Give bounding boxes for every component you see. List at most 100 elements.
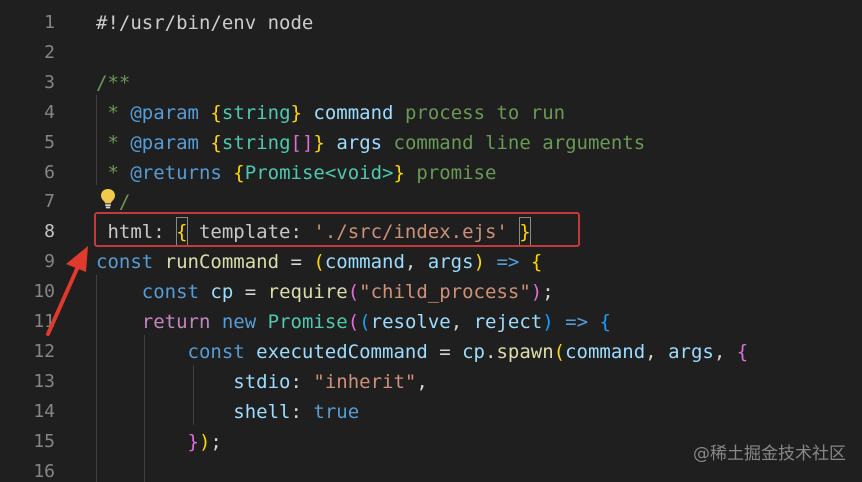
line-number: 2 <box>44 41 55 63</box>
code-token: string <box>221 101 291 124</box>
code-token: cp <box>210 281 234 304</box>
code-text: stdio: "inherit", <box>96 367 428 397</box>
code-token: = <box>233 281 268 304</box>
code-token: { <box>210 131 222 154</box>
line-number: 16 <box>33 460 55 482</box>
code-text: * @returns {Promise<void>} promise <box>96 158 496 188</box>
code-token: args <box>668 340 714 363</box>
code-token: { <box>599 311 611 333</box>
code-text: /** <box>96 68 130 98</box>
code-token: ) <box>198 430 211 453</box>
code-token: , <box>645 340 669 363</box>
code-token: true <box>313 400 360 423</box>
code-token: , <box>713 340 737 363</box>
code-token: reject <box>473 311 543 333</box>
code-token: command <box>324 251 405 274</box>
code-token: { <box>233 161 245 184</box>
code-token: command line arguments <box>382 131 646 154</box>
line-number: 6 <box>44 161 55 183</box>
code-token: . <box>484 340 497 363</box>
code-text: * @param {string} command process to run <box>96 98 565 128</box>
code-token: command <box>313 101 394 124</box>
code-token: const <box>96 251 154 274</box>
code-token: , <box>450 311 474 333</box>
code-text: const runCommand = (command, args) => { <box>96 247 542 277</box>
code-text: * @param {string[]} args command line ar… <box>96 128 645 158</box>
indent-guide <box>96 95 97 185</box>
code-token: args <box>336 131 383 154</box>
line-number: 15 <box>33 430 55 452</box>
code-token: resolve <box>370 311 451 333</box>
code-token: stdio <box>233 370 291 393</box>
line-number: 8 <box>44 221 55 243</box>
code-token: } <box>187 430 199 453</box>
code-text: return new Promise((resolve, reject) => … <box>96 307 611 337</box>
highlight-box <box>94 212 580 247</box>
code-token: "child_process" <box>359 281 531 304</box>
line-number: 14 <box>33 400 55 422</box>
code-token: cp <box>462 340 485 363</box>
line-number: 1 <box>44 12 55 33</box>
code-token: require <box>267 281 348 304</box>
code-token: ( <box>359 311 371 333</box>
code-token: process to run <box>393 101 566 124</box>
code-token: * <box>96 131 131 154</box>
code-token: promise <box>404 161 497 184</box>
code-token: args <box>427 251 474 274</box>
code-token: } <box>393 161 405 184</box>
code-text: const cp = require("child_process"); <box>96 277 554 307</box>
code-token: executedCommand <box>256 340 428 363</box>
code-token: ; <box>542 281 554 304</box>
red-arrow-icon <box>46 246 88 336</box>
code-token: command <box>565 340 646 363</box>
code-token: => <box>565 311 589 333</box>
code-token: shell <box>233 400 291 423</box>
code-token: const <box>187 340 245 363</box>
code-text: const executedCommand = cp.spawn(command… <box>96 337 749 367</box>
line-number: 3 <box>44 71 55 93</box>
code-token: #!/usr/bin/env node <box>96 12 314 34</box>
code-token: @param <box>130 131 199 154</box>
code-token: Promise <box>267 311 348 333</box>
code-text: shell: true <box>96 397 359 427</box>
code-token: { <box>736 340 749 363</box>
code-token: [] <box>290 131 314 154</box>
line-number: 5 <box>44 131 55 153</box>
code-token: ( <box>347 281 360 304</box>
indent-guide <box>193 365 194 425</box>
line-number: 13 <box>33 370 55 392</box>
code-token: ( <box>553 340 566 363</box>
lightbulb-icon[interactable] <box>99 188 117 210</box>
code-editor[interactable]: 1 #!/usr/bin/env node 2 3/** 4 * @param {str… <box>0 0 862 482</box>
code-token: new <box>221 311 257 333</box>
code-token: runCommand <box>164 251 280 274</box>
code-token: } <box>313 131 325 154</box>
code-text: #!/usr/bin/env node <box>96 8 313 38</box>
code-token: spawn <box>496 340 554 363</box>
code-token: return <box>141 311 211 333</box>
code-token: @param <box>130 101 199 124</box>
code-token: /** <box>96 71 131 94</box>
code-token: @returns <box>130 161 222 184</box>
code-token: ) <box>530 281 543 304</box>
code-token: ) <box>542 311 554 333</box>
code-text: }); <box>96 427 222 457</box>
line-number: 4 <box>44 101 55 123</box>
